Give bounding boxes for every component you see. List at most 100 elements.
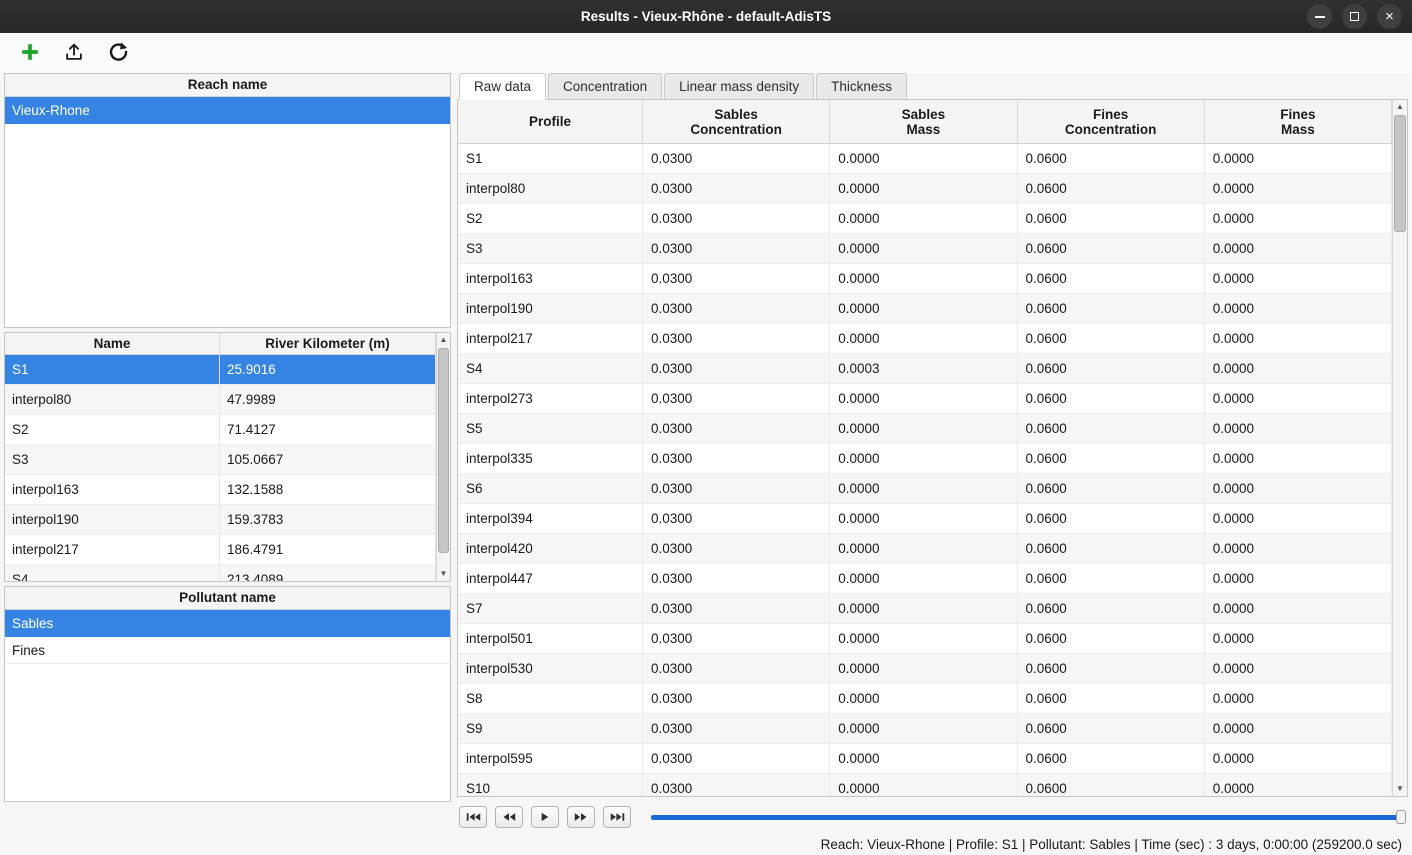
scrollbar-thumb[interactable] <box>438 348 449 553</box>
results-row[interactable]: interpol2730.03000.00000.06000.0000 <box>458 384 1392 414</box>
play-button[interactable] <box>531 806 559 828</box>
reach-header[interactable]: Reach name <box>5 74 450 97</box>
next-frame-button[interactable] <box>567 806 595 828</box>
results-column-header[interactable]: Profile <box>458 100 643 143</box>
tab-raw-data[interactable]: Raw data <box>459 73 546 100</box>
refresh-button[interactable] <box>104 39 132 67</box>
results-cell: 0.0000 <box>1205 414 1392 443</box>
first-frame-button[interactable] <box>459 806 487 828</box>
results-cell: 0.0600 <box>1018 384 1205 413</box>
results-row[interactable]: interpol5010.03000.00000.06000.0000 <box>458 624 1392 654</box>
minimize-button[interactable] <box>1307 4 1332 29</box>
scroll-up-icon[interactable]: ▲ <box>437 333 450 347</box>
tab-thickness[interactable]: Thickness <box>816 73 907 100</box>
time-slider-track[interactable] <box>651 815 1402 820</box>
results-cell: 0.0000 <box>830 474 1017 503</box>
results-cell: 0.0000 <box>830 654 1017 683</box>
results-row[interactable]: interpol1900.03000.00000.06000.0000 <box>458 294 1392 324</box>
results-cell: 0.0000 <box>1205 444 1392 473</box>
results-row[interactable]: S60.03000.00000.06000.0000 <box>458 474 1392 504</box>
reach-panel: Reach name Vieux-Rhone <box>4 73 451 328</box>
results-cell: 0.0000 <box>830 744 1017 773</box>
tab-concentration[interactable]: Concentration <box>548 73 662 100</box>
results-cell: 0.0300 <box>643 564 830 593</box>
results-cell: 0.0000 <box>1205 324 1392 353</box>
profile-cell: 105.0667 <box>220 445 436 474</box>
results-row[interactable]: S100.03000.00000.06000.0000 <box>458 774 1392 796</box>
profile-row[interactable]: S271.4127 <box>5 415 436 445</box>
results-row[interactable]: interpol4200.03000.00000.06000.0000 <box>458 534 1392 564</box>
results-row[interactable]: S90.03000.00000.06000.0000 <box>458 714 1392 744</box>
scroll-up-icon[interactable]: ▲ <box>1393 100 1407 114</box>
scroll-down-icon[interactable]: ▼ <box>1393 782 1407 796</box>
results-table-body: S10.03000.00000.06000.0000interpol800.03… <box>458 144 1392 796</box>
profile-cell: 71.4127 <box>220 415 436 444</box>
play-icon <box>540 812 550 822</box>
results-cell: 0.0600 <box>1018 504 1205 533</box>
results-column-header[interactable]: FinesConcentration <box>1018 100 1205 143</box>
profile-cell: S1 <box>5 355 220 384</box>
skip-to-end-icon <box>610 812 625 822</box>
results-cell: S5 <box>458 414 643 443</box>
upload-icon <box>63 41 85 66</box>
results-cell: 0.0000 <box>830 144 1017 173</box>
profile-row[interactable]: S3105.0667 <box>5 445 436 475</box>
pollutant-list-item[interactable]: Sables <box>5 610 450 637</box>
maximize-button[interactable] <box>1342 4 1367 29</box>
profile-row[interactable]: S125.9016 <box>5 355 436 385</box>
results-cell: 0.0000 <box>830 264 1017 293</box>
pollutant-header[interactable]: Pollutant name <box>5 587 450 610</box>
close-button[interactable]: × <box>1377 4 1402 29</box>
reach-list-item[interactable]: Vieux-Rhone <box>5 97 450 124</box>
profile-row[interactable]: interpol8047.9989 <box>5 385 436 415</box>
add-button[interactable] <box>16 39 44 67</box>
results-cell: 0.0000 <box>1205 744 1392 773</box>
tab-linear-mass-density[interactable]: Linear mass density <box>664 73 814 100</box>
results-row[interactable]: interpol2170.03000.00000.06000.0000 <box>458 324 1392 354</box>
results-row[interactable]: interpol800.03000.00000.06000.0000 <box>458 174 1392 204</box>
results-row[interactable]: interpol4470.03000.00000.06000.0000 <box>458 564 1392 594</box>
results-row[interactable]: S20.03000.00000.06000.0000 <box>458 204 1392 234</box>
results-row[interactable]: interpol3350.03000.00000.06000.0000 <box>458 444 1392 474</box>
results-cell: 0.0000 <box>1205 294 1392 323</box>
profile-row[interactable]: interpol217186.4791 <box>5 535 436 565</box>
refresh-icon <box>107 41 129 66</box>
column-header-river-kilometer[interactable]: River Kilometer (m) <box>220 333 436 354</box>
results-cell: 0.0600 <box>1018 324 1205 353</box>
results-row[interactable]: interpol1630.03000.00000.06000.0000 <box>458 264 1392 294</box>
results-row[interactable]: interpol5950.03000.00000.06000.0000 <box>458 744 1392 774</box>
results-cell: 0.0300 <box>643 624 830 653</box>
results-cell: 0.0300 <box>643 264 830 293</box>
profile-row[interactable]: interpol163132.1588 <box>5 475 436 505</box>
results-row[interactable]: interpol3940.03000.00000.06000.0000 <box>458 504 1392 534</box>
profile-row[interactable]: interpol190159.3783 <box>5 505 436 535</box>
results-row[interactable]: S40.03000.00030.06000.0000 <box>458 354 1392 384</box>
time-slider[interactable] <box>651 809 1406 825</box>
results-cell: 0.0600 <box>1018 474 1205 503</box>
window-title: Results - Vieux-Rhône - default-AdisTS <box>0 9 1412 24</box>
scroll-down-icon[interactable]: ▼ <box>437 567 450 581</box>
time-slider-handle[interactable] <box>1396 810 1406 824</box>
results-cell: interpol420 <box>458 534 643 563</box>
pollutant-list-item[interactable]: Fines <box>5 637 450 664</box>
results-cell: 0.0000 <box>830 294 1017 323</box>
results-cell: interpol530 <box>458 654 643 683</box>
results-row[interactable]: S80.03000.00000.06000.0000 <box>458 684 1392 714</box>
export-button[interactable] <box>60 39 88 67</box>
last-frame-button[interactable] <box>603 806 631 828</box>
previous-frame-button[interactable] <box>495 806 523 828</box>
results-column-header[interactable]: FinesMass <box>1205 100 1392 143</box>
results-row[interactable]: S10.03000.00000.06000.0000 <box>458 144 1392 174</box>
results-row[interactable]: S50.03000.00000.06000.0000 <box>458 414 1392 444</box>
close-icon: × <box>1385 9 1394 24</box>
scrollbar-thumb[interactable] <box>1394 115 1406 232</box>
results-column-header[interactable]: SablesConcentration <box>643 100 830 143</box>
results-row[interactable]: interpol5300.03000.00000.06000.0000 <box>458 654 1392 684</box>
results-column-header[interactable]: SablesMass <box>830 100 1017 143</box>
profile-row[interactable]: S4213.4089 <box>5 565 436 581</box>
results-row[interactable]: S30.03000.00000.06000.0000 <box>458 234 1392 264</box>
results-row[interactable]: S70.03000.00000.06000.0000 <box>458 594 1392 624</box>
status-text: Reach: Vieux-Rhone | Profile: S1 | Pollu… <box>821 837 1402 852</box>
column-header-name[interactable]: Name <box>5 333 220 354</box>
results-cell: 0.0000 <box>830 534 1017 563</box>
